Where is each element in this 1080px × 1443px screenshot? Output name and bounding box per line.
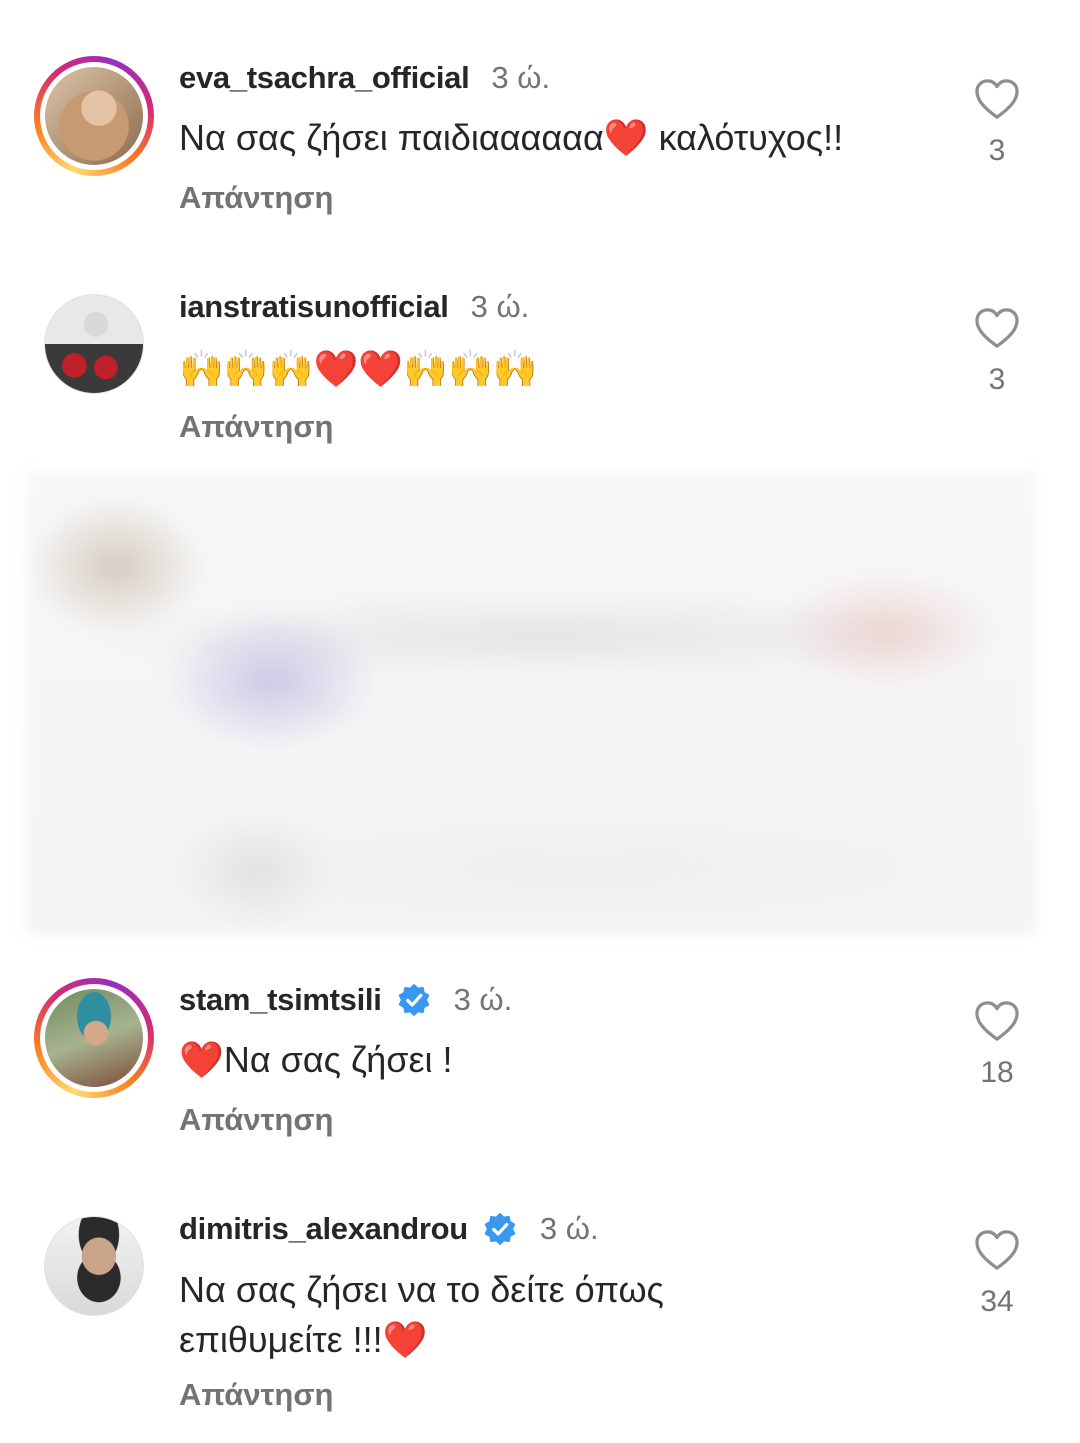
heart-outline-icon	[975, 79, 1019, 119]
like-button[interactable]: 3	[955, 78, 1039, 168]
heart-outline-icon	[975, 1001, 1019, 1041]
avatar[interactable]	[44, 1216, 144, 1316]
verified-badge-icon	[484, 1212, 516, 1246]
comment-text: Να σας ζήσει να το δείτε όπως επιθυμείτε…	[179, 1269, 664, 1360]
like-button[interactable]: 34	[955, 1229, 1039, 1319]
comment-time: 3 ώ.	[491, 60, 551, 95]
avatar[interactable]	[34, 56, 154, 176]
reply-button[interactable]: Απάντηση	[179, 409, 333, 445]
like-count: 18	[980, 1056, 1014, 1089]
reply-button[interactable]: Απάντηση	[179, 180, 333, 216]
reply-button[interactable]: Απάντηση	[179, 1102, 333, 1138]
comment-header: dimitris_alexandrou 3 ώ.	[179, 1211, 599, 1247]
like-button[interactable]: 18	[955, 1000, 1039, 1090]
comment-header: stam_tsimtsili 3 ώ.	[179, 982, 512, 1018]
comment-text: ❤️Να σας ζήσει !	[179, 1039, 453, 1080]
comment-text: Να σας ζήσει παιδιαααααα❤️ καλότυχος!!	[179, 117, 844, 158]
avatar-image	[40, 984, 148, 1092]
blurred-comment	[26, 471, 1036, 935]
comment-header: eva_tsachra_official 3 ώ.	[179, 60, 550, 96]
avatar-image	[44, 1216, 144, 1316]
avatar-image	[44, 294, 144, 394]
comment-time: 3 ώ.	[470, 289, 530, 324]
comment-time: 3 ώ.	[453, 982, 513, 1017]
avatar[interactable]	[34, 978, 154, 1098]
reply-button[interactable]: Απάντηση	[179, 1377, 333, 1413]
like-button[interactable]: 3	[955, 307, 1039, 397]
like-count: 3	[988, 134, 1006, 167]
comment-text: 🙌🙌🙌❤️❤️🙌🙌🙌	[179, 348, 538, 389]
username[interactable]: stam_tsimtsili	[179, 982, 382, 1018]
avatar[interactable]	[44, 294, 144, 394]
avatar-image	[40, 62, 148, 170]
heart-outline-icon	[975, 308, 1019, 348]
like-count: 34	[980, 1285, 1014, 1318]
username[interactable]: eva_tsachra_official	[179, 60, 470, 96]
heart-outline-icon	[975, 1230, 1019, 1270]
username[interactable]: dimitris_alexandrou	[179, 1211, 468, 1247]
comment-time: 3 ώ.	[539, 1211, 599, 1246]
comment-header: ianstratisunofficial 3 ώ.	[179, 289, 529, 325]
verified-badge-icon	[398, 983, 430, 1017]
like-count: 3	[988, 363, 1006, 396]
username[interactable]: ianstratisunofficial	[179, 289, 449, 325]
